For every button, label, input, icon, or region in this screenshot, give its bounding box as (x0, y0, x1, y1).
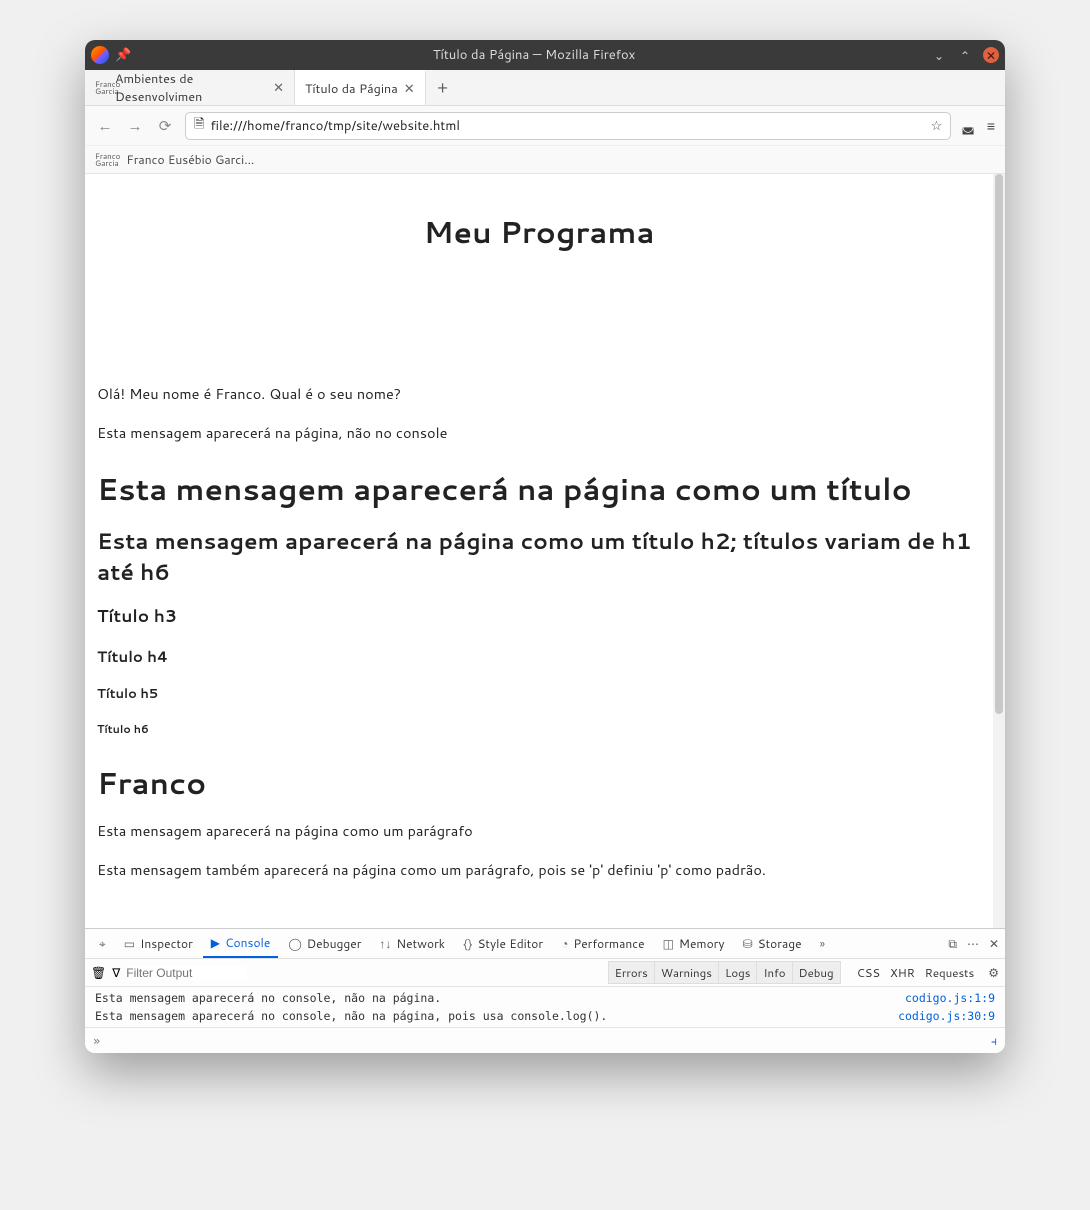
favicon-icon: FrancoGarcia (95, 81, 109, 95)
log-source[interactable]: codigo.js:1:9 (905, 991, 995, 1005)
tabs-overflow[interactable]: » (812, 929, 833, 958)
responsive-icon[interactable]: ⧉ (948, 935, 957, 952)
tab-label: Título da Página (305, 80, 398, 98)
tab-inactive[interactable]: FrancoGarcia Ambientes de Desenvolvimen … (85, 70, 295, 105)
scrollbar[interactable] (993, 174, 1005, 928)
filter-input[interactable] (126, 966, 246, 980)
tab-style-editor[interactable]: {}Style Editor (455, 929, 551, 958)
back-button[interactable]: ← (95, 115, 115, 136)
devtools-tabs: ⌖ ▭Inspector ▶Console ◯Debugger ↑↓Networ… (85, 929, 1005, 959)
chip-errors[interactable]: Errors (608, 961, 655, 984)
close-icon[interactable]: ✕ (273, 79, 284, 97)
heading-h1: Esta mensagem aparecerá na página como u… (97, 467, 981, 510)
heading-h3: Título h3 (97, 604, 981, 628)
style-icon: {} (463, 935, 472, 952)
maximize-button[interactable]: ⌃ (957, 47, 973, 63)
tab-network[interactable]: ↑↓Network (371, 929, 453, 958)
scrollbar-thumb[interactable] (995, 174, 1003, 714)
tab-label: Ambientes de Desenvolvimen (115, 70, 267, 106)
chip-warnings[interactable]: Warnings (655, 961, 719, 984)
chip-xhr[interactable]: XHR (890, 964, 915, 981)
firefox-window: 📌 Título da Página — Mozilla Firefox ⌄ ⌃… (85, 40, 1005, 1053)
level-chips: Errors Warnings Logs Info Debug (608, 961, 841, 984)
close-icon[interactable]: ✕ (404, 80, 415, 98)
paragraph: Esta mensagem aparecerá na página, não n… (97, 422, 981, 443)
bookmark-favicon-icon: FrancoGarcia (95, 153, 120, 167)
split-console-icon[interactable]: ⫞ (991, 1032, 997, 1049)
inspector-icon: ▭ (124, 935, 135, 952)
heading-h6: Título h6 (97, 721, 981, 737)
chevron-right-icon: » (820, 935, 825, 952)
heading-h2: Esta mensagem aparecerá na página como u… (97, 526, 981, 588)
tab-active[interactable]: Título da Página ✕ (295, 70, 426, 105)
content-area: Meu Programa Olá! Meu nome é Franco. Qua… (85, 174, 1005, 928)
tab-debugger[interactable]: ◯Debugger (280, 929, 369, 958)
heading-h4: Título h4 (97, 646, 981, 667)
log-row: Esta mensagem aparecerá no console, não … (95, 1007, 995, 1025)
console-icon: ▶ (211, 934, 220, 951)
window-title: Título da Página — Mozilla Firefox (137, 46, 931, 64)
console-prompt: » (93, 1034, 100, 1048)
console-log: Esta mensagem aparecerá no console, não … (85, 987, 1005, 1027)
tab-memory[interactable]: ◫Memory (655, 929, 733, 958)
trash-icon[interactable]: 🗑 (91, 964, 106, 981)
tab-performance[interactable]: ◔Performance (553, 929, 652, 958)
pin-icon[interactable]: 📌 (115, 46, 131, 64)
more-icon[interactable]: ⋯ (967, 935, 979, 952)
log-message: Esta mensagem aparecerá no console, não … (95, 1009, 607, 1023)
url-text: file:///home/franco/tmp/site/website.htm… (210, 117, 459, 135)
pocket-icon[interactable]: ◛ (961, 116, 975, 136)
tab-console[interactable]: ▶Console (203, 929, 279, 958)
log-row: Esta mensagem aparecerá no console, não … (95, 989, 995, 1007)
log-message: Esta mensagem aparecerá no console, não … (95, 991, 441, 1005)
forward-button[interactable]: → (125, 115, 145, 136)
menu-icon[interactable]: ≡ (987, 116, 995, 136)
bookmarks-bar: FrancoGarcia Franco Eusébio Garci... (85, 146, 1005, 174)
paragraph: Esta mensagem também aparecerá na página… (97, 859, 981, 880)
page-icon: 🗎 (194, 115, 204, 137)
reload-button[interactable]: ⟳ (155, 115, 175, 136)
paragraph: Olá! Meu nome é Franco. Qual é o seu nom… (97, 383, 981, 404)
firefox-icon (91, 46, 109, 64)
chip-logs[interactable]: Logs (719, 961, 757, 984)
tab-bar: FrancoGarcia Ambientes de Desenvolvimen … (85, 70, 1005, 106)
devtools-close-icon[interactable]: ✕ (989, 935, 999, 952)
paragraph: Esta mensagem aparecerá na página como u… (97, 820, 981, 841)
close-button[interactable]: ✕ (983, 47, 999, 63)
url-bar[interactable]: 🗎 file:///home/franco/tmp/site/website.h… (185, 112, 951, 140)
bookmark-item[interactable]: Franco Eusébio Garci... (126, 151, 254, 168)
console-input-row[interactable]: » ⫞ (85, 1027, 1005, 1053)
storage-icon: ⛁ (743, 935, 753, 952)
heading-h1: Franco (97, 761, 981, 804)
titlebar: 📌 Título da Página — Mozilla Firefox ⌄ ⌃… (85, 40, 1005, 70)
picker-icon: ⌖ (99, 935, 106, 952)
tab-storage[interactable]: ⛁Storage (735, 929, 810, 958)
devtools-panel: ⌖ ▭Inspector ▶Console ◯Debugger ↑↓Networ… (85, 928, 1005, 1053)
debugger-icon: ◯ (288, 935, 301, 952)
page-title: Meu Programa (97, 210, 981, 253)
performance-icon: ◔ (561, 935, 568, 952)
minimize-button[interactable]: ⌄ (931, 47, 947, 63)
pick-element-button[interactable]: ⌖ (91, 929, 114, 958)
window-controls: ⌄ ⌃ ✕ (931, 47, 999, 63)
bookmark-star-icon[interactable]: ☆ (931, 117, 943, 135)
tab-inspector[interactable]: ▭Inspector (116, 929, 201, 958)
chip-css[interactable]: CSS (857, 964, 880, 981)
gear-icon[interactable]: ⚙ (988, 964, 999, 981)
toolbar: ← → ⟳ 🗎 file:///home/franco/tmp/site/web… (85, 106, 1005, 146)
heading-h5: Título h5 (97, 685, 981, 703)
network-icon: ↑↓ (379, 935, 391, 952)
chip-debug[interactable]: Debug (793, 961, 841, 984)
chip-requests[interactable]: Requests (925, 964, 974, 981)
memory-icon: ◫ (663, 935, 674, 952)
filter-icon: ∇ (112, 964, 120, 981)
new-tab-button[interactable]: + (426, 70, 460, 105)
log-source[interactable]: codigo.js:30:9 (898, 1009, 995, 1023)
console-filterbar: 🗑 ∇ Errors Warnings Logs Info Debug CSS … (85, 959, 1005, 987)
page-body: Meu Programa Olá! Meu nome é Franco. Qua… (85, 174, 993, 928)
chip-info[interactable]: Info (757, 961, 792, 984)
